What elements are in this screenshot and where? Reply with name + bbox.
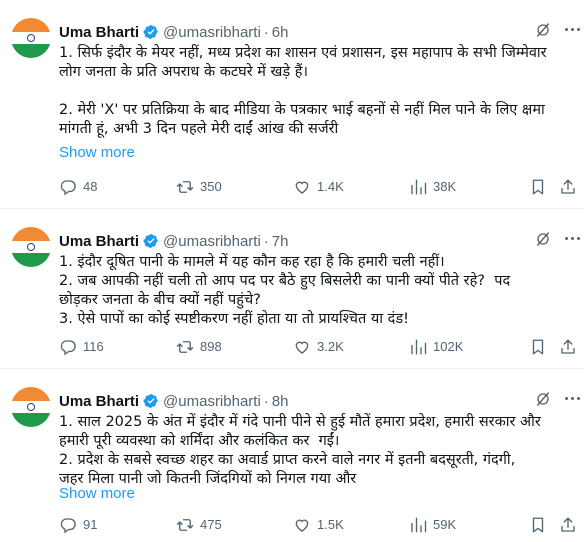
tweet-text-line: 1. साल 2025 के अंत में इंदौर में गंदे पा… [59, 414, 541, 430]
repost-button[interactable]: 898 [176, 337, 222, 357]
reply-button[interactable]: 48 [59, 177, 97, 197]
tweet-text-line: मांगती हूं, अभी 3 दिन पहले मेरी दाईं आंख… [59, 121, 339, 137]
like-icon [295, 519, 309, 532]
reply-count: 91 [83, 517, 98, 532]
repost-count: 350 [200, 179, 222, 194]
author-handle[interactable]: @umasribharti [163, 393, 261, 410]
grok-icon[interactable] [535, 231, 551, 247]
separator-dot: · [263, 233, 269, 250]
verified-badge-icon [143, 25, 158, 39]
verified-badge-icon [143, 234, 158, 248]
bookmark-icon [532, 517, 544, 533]
tweet-text-line: हमारी पूरी व्यवस्था को शर्मिंदा और कलंकि… [59, 433, 340, 449]
avatar[interactable] [11, 387, 51, 427]
repost-icon [176, 341, 194, 353]
views-button[interactable]: 38K [409, 177, 456, 197]
author-name[interactable]: Uma Bharti [59, 393, 139, 410]
avatar[interactable] [11, 227, 51, 267]
separator-dot: · [263, 393, 269, 410]
tweet-actions: 91 475 1.5K 59K [59, 515, 584, 535]
share-button[interactable] [559, 337, 583, 357]
views-button[interactable]: 102K [409, 337, 463, 357]
tweet-text-line: जहर मिला पानी जो कितनी जिंदगियों को निगल… [59, 471, 357, 487]
tweet-text: 1. सिर्फ इंदौर के मेयर नहीं, मध्य प्रदेश… [59, 44, 579, 139]
like-button[interactable]: 1.4K [293, 177, 344, 197]
views-icon [411, 339, 427, 355]
tweet-text-line: 2. प्रदेश के सबसे स्वच्छ शहर का अवार्ड प… [59, 452, 516, 468]
reply-icon [60, 180, 76, 196]
bookmark-icon [532, 179, 544, 195]
more-options-icon[interactable] [565, 397, 581, 403]
views-count: 38K [433, 179, 457, 194]
share-icon [561, 339, 575, 354]
timestamp[interactable]: 6h [272, 24, 289, 41]
avatar[interactable] [11, 18, 51, 58]
timestamp[interactable]: 8h [272, 393, 289, 410]
tweet-text-line: 2. जब आपकी नहीं चली तो आप पद पर बैठे हुए… [59, 273, 511, 289]
tweet-header: Uma Bharti @umasribharti · 7h [59, 233, 288, 251]
tweet-text-line: 1. इंदौर दूषित पानी के मामले में यह कौन … [59, 254, 445, 270]
bookmark-button[interactable] [529, 177, 553, 197]
tweet-actions: 48 350 1.4K 38K [59, 177, 584, 197]
more-options-icon[interactable] [565, 28, 581, 34]
more-options-icon[interactable] [565, 237, 581, 243]
reply-count: 48 [83, 179, 98, 194]
views-count: 59K [433, 517, 457, 532]
share-button[interactable] [559, 515, 583, 535]
tweet-header: Uma Bharti @umasribharti · 6h [59, 24, 288, 42]
share-button[interactable] [559, 177, 583, 197]
tweet-text-line: 2. मेरी 'X' पर प्रतिक्रिया के बाद मीडिया… [59, 102, 545, 118]
like-count: 3.2K [317, 339, 344, 354]
repost-button[interactable]: 350 [176, 177, 222, 197]
tweet-text: 1. साल 2025 के अंत में इंदौर में गंदे पा… [59, 413, 579, 489]
author-name[interactable]: Uma Bharti [59, 24, 139, 41]
timestamp[interactable]: 7h [272, 233, 289, 250]
like-count: 1.4K [317, 179, 344, 194]
reply-icon [60, 340, 76, 356]
reply-count: 116 [83, 339, 104, 354]
reply-button[interactable]: 91 [59, 515, 97, 535]
tweet-header: Uma Bharti @umasribharti · 8h [59, 393, 288, 411]
grok-icon[interactable] [535, 391, 551, 407]
like-count: 1.5K [317, 517, 344, 532]
like-button[interactable]: 3.2K [293, 337, 344, 357]
repost-button[interactable]: 475 [176, 515, 222, 535]
views-count: 102K [433, 339, 464, 354]
tweet-text-line: 1. सिर्फ इंदौर के मेयर नहीं, मध्य प्रदेश… [59, 45, 547, 61]
tweet-actions: 116 898 3.2K 102K [59, 337, 584, 357]
tweet-text-line: 3. ऐसे पापों का कोई स्पष्टीकरण नहीं होता… [59, 311, 409, 327]
show-more-link[interactable]: Show more [59, 144, 135, 161]
tweet[interactable]: Uma Bharti @umasribharti · 8h 1. साल 2025 क… [0, 368, 584, 542]
tweet[interactable]: Uma Bharti @umasribharti · 7h 1. इंदौर दूषि… [0, 208, 584, 368]
views-icon [411, 517, 427, 533]
separator-dot: · [263, 24, 269, 41]
share-icon [561, 179, 575, 194]
views-button[interactable]: 59K [409, 515, 456, 535]
views-icon [411, 179, 427, 195]
show-more-link[interactable]: Show more [59, 485, 135, 502]
repost-icon [176, 181, 194, 193]
repost-count: 898 [200, 339, 222, 354]
repost-icon [176, 519, 194, 531]
verified-badge-icon [143, 394, 158, 408]
bookmark-button[interactable] [529, 337, 553, 357]
author-handle[interactable]: @umasribharti [163, 24, 261, 41]
tweet-text: 1. इंदौर दूषित पानी के मामले में यह कौन … [59, 253, 579, 329]
tweet[interactable]: Uma Bharti @umasribharti · 6h 1. सिर्फ इंदौ… [0, 0, 584, 208]
like-button[interactable]: 1.5K [293, 515, 344, 535]
bookmark-icon [532, 339, 544, 355]
tweet-text-line: छोड़कर जनता के बीच क्यों नहीं पहुंचे? [59, 292, 261, 308]
author-name[interactable]: Uma Bharti [59, 233, 139, 250]
share-icon [561, 517, 575, 532]
author-handle[interactable]: @umasribharti [163, 233, 261, 250]
grok-icon[interactable] [535, 22, 551, 38]
repost-count: 475 [200, 517, 222, 532]
reply-button[interactable]: 116 [59, 337, 104, 357]
bookmark-button[interactable] [529, 515, 553, 535]
tweet-text-line: लोग जनता के प्रति अपराध के कटघरे में खड़… [59, 64, 308, 80]
like-icon [295, 341, 309, 354]
reply-icon [60, 518, 76, 534]
like-icon [295, 181, 309, 194]
